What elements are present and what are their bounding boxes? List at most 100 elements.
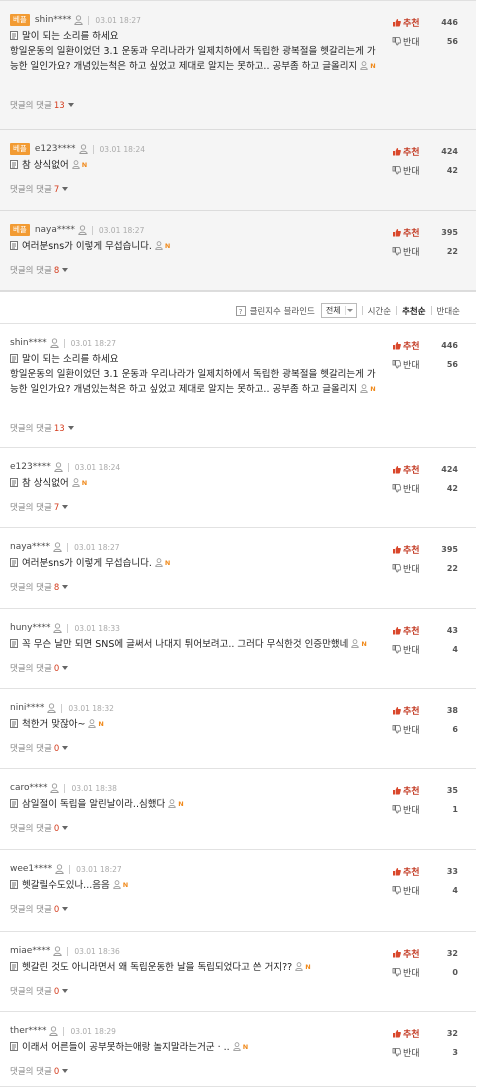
comment-text: 척한거 맞잖아~ [22,719,86,730]
username[interactable]: huny**** [10,623,50,633]
oppose-button[interactable]: 반대 0 [392,966,462,979]
recommend-button[interactable]: 추천 35 [392,784,462,797]
recommend-label: 추천 [403,342,420,352]
best-comment: 베플 e123**** 03.01 18:24 참 상식없어 N 댓글의 댓글 7 추천 424… [0,130,476,211]
user-icon[interactable] [78,225,87,235]
recommend-button[interactable]: 추천 446 [392,339,462,352]
oppose-label: 반대 [403,646,420,656]
reply-toggle[interactable]: 댓글의 댓글 0 [10,742,69,754]
reply-label: 댓글의 댓글 [10,583,52,593]
recommend-count: 35 [446,786,458,795]
comment-text: 여러분sns가 이렇게 무섭습니다. [22,558,152,569]
document-icon [10,798,18,808]
recommend-button[interactable]: 추천 33 [392,865,462,878]
recommend-count: 424 [441,147,458,156]
user-icon[interactable] [53,623,63,633]
divider [396,306,398,315]
user-icon [232,1041,241,1051]
chevron-down-icon [62,989,69,993]
filter-select[interactable]: 전체 [320,303,357,318]
oppose-button[interactable]: 반대 22 [392,245,462,258]
sort-option-oppose[interactable]: 반대순 [437,305,460,317]
comment-body: 여러분sns가 이렇게 무섭습니다. N [10,239,380,254]
oppose-button[interactable]: 반대 6 [392,723,462,736]
reply-label: 댓글의 댓글 [10,185,52,195]
reply-toggle[interactable]: 댓글의 댓글 0 [10,903,69,915]
recommend-button[interactable]: 추천 395 [392,226,462,239]
chevron-down-icon [62,826,69,830]
thumb-up-icon [392,867,401,876]
oppose-button[interactable]: 반대 56 [392,35,462,48]
oppose-button[interactable]: 반대 4 [392,884,462,897]
recommend-button[interactable]: 추천 395 [392,543,462,556]
sort-option-recommend[interactable]: 추천순 [402,305,425,317]
oppose-button[interactable]: 반대 56 [392,358,462,371]
reply-toggle[interactable]: 댓글의 댓글 13 [10,99,74,111]
sort-option-time[interactable]: 시간순 [368,305,391,317]
username[interactable]: wee1**** [10,864,52,874]
user-icon[interactable] [47,703,57,713]
reply-toggle[interactable]: 댓글의 댓글 0 [10,822,69,834]
user-icon[interactable] [50,783,60,793]
username[interactable]: miae**** [10,946,50,956]
username[interactable]: caro**** [10,783,47,793]
reply-toggle[interactable]: 댓글의 댓글 8 [10,581,69,593]
reply-toggle[interactable]: 댓글의 댓글 8 [10,264,69,276]
username[interactable]: e123**** [10,462,51,472]
recommend-button[interactable]: 추천 32 [392,1027,462,1040]
username[interactable]: nini**** [10,703,44,713]
recommend-button[interactable]: 추천 38 [392,704,462,717]
thumb-up-icon [392,147,401,156]
user-icon[interactable] [49,338,59,348]
thumb-down-icon [392,645,402,654]
user-icon[interactable] [53,946,63,956]
user-icon[interactable] [53,542,62,552]
user-icon[interactable] [54,462,63,472]
user-icon[interactable] [74,15,84,25]
reply-toggle[interactable]: 댓글의 댓글 13 [10,422,74,434]
reply-toggle[interactable]: 댓글의 댓글 0 [10,1065,69,1077]
user-icon[interactable] [49,1026,59,1036]
comment-body: 이래서 어른들이 공부못하는애랑 놀지말라는거군 · .. N [10,1040,380,1055]
comment-meta: nini**** 03.01 18:32 [10,701,114,715]
oppose-button[interactable]: 반대 22 [392,562,462,575]
new-badge: N [81,161,88,169]
divider [67,542,69,552]
reply-toggle[interactable]: 댓글의 댓글 0 [10,985,69,997]
username[interactable]: naya**** [35,225,75,235]
reply-toggle[interactable]: 댓글의 댓글 7 [10,183,69,195]
reply-label: 댓글의 댓글 [10,503,52,513]
comment-text: 이래서 어른들이 공부못하는애랑 놀지말라는거군 · .. [22,1042,230,1053]
oppose-button[interactable]: 반대 1 [392,803,462,816]
reply-toggle[interactable]: 댓글의 댓글 0 [10,662,69,674]
user-icon[interactable] [55,864,64,874]
comment-item: wee1**** 03.01 18:27 헷갈릴수도있나...음음 N 댓글의 댓글 0 추… [0,850,476,932]
oppose-button[interactable]: 반대 4 [392,643,462,656]
reply-label: 댓글의 댓글 [10,101,52,111]
recommend-button[interactable]: 추천 424 [392,145,462,158]
divider [63,1026,65,1036]
recommend-button[interactable]: 추천 424 [392,463,462,476]
oppose-button[interactable]: 반대 42 [392,482,462,495]
user-icon[interactable] [78,144,88,154]
comment-text: 여러분sns가 이렇게 무섭습니다. [22,241,152,252]
oppose-button[interactable]: 반대 3 [392,1046,462,1059]
new-badge: N [164,242,171,250]
thumb-down-icon [392,805,402,814]
oppose-button[interactable]: 반대 42 [392,164,462,177]
chevron-down-icon [62,187,69,191]
recommend-button[interactable]: 추천 43 [392,624,462,637]
clean-bot-blind-link[interactable]: 클린지수 블라인드 [250,305,315,317]
reply-toggle[interactable]: 댓글의 댓글 7 [10,501,69,513]
username[interactable]: e123**** [35,144,76,154]
chevron-down-icon [62,585,69,589]
username[interactable]: shin**** [35,15,72,25]
recommend-button[interactable]: 추천 446 [392,16,462,29]
recommend-button[interactable]: 추천 32 [392,947,462,960]
best-badge: 베플 [10,224,30,236]
username[interactable]: shin**** [10,338,47,348]
help-icon[interactable]: ? [235,305,246,316]
username[interactable]: ther**** [10,1026,46,1036]
reply-label: 댓글의 댓글 [10,266,52,276]
username[interactable]: naya**** [10,542,50,552]
